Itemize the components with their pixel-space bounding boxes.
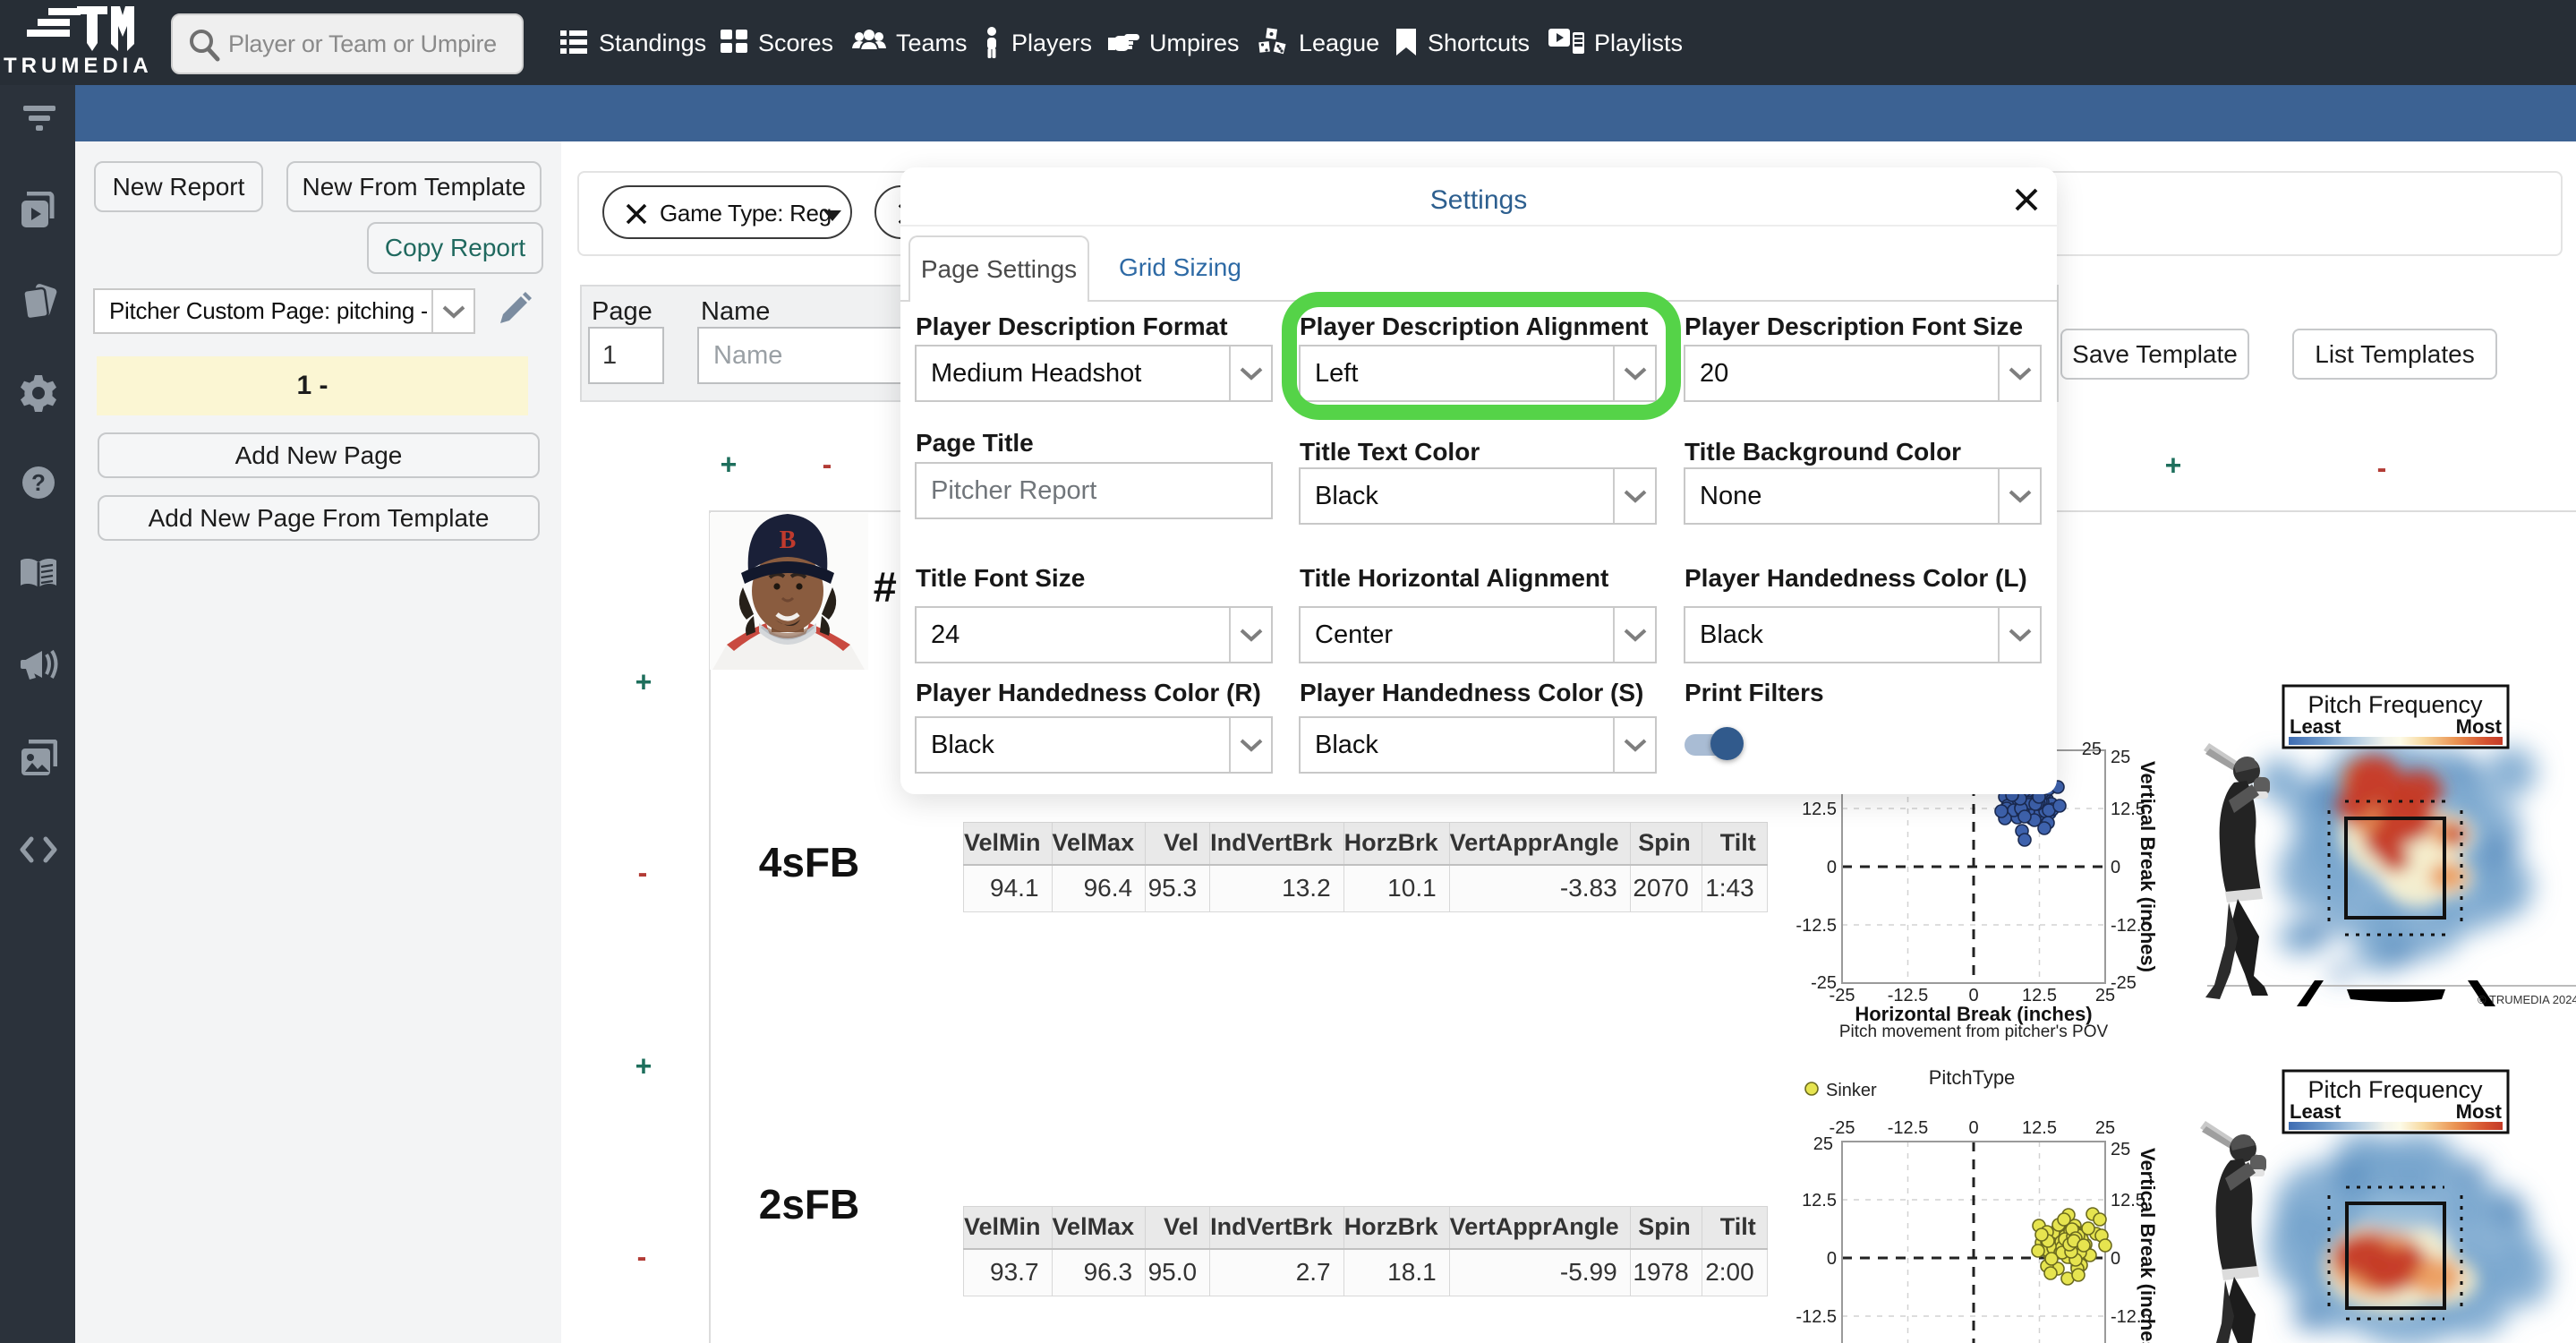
svg-text:-25: -25 (1830, 986, 1855, 1005)
svg-text:12.5: 12.5 (1802, 800, 1837, 819)
svg-text:Pitch movement from pitcher's: Pitch movement from pitcher's POV (1839, 1022, 2109, 1041)
svg-text:Vertical Break (inches): Vertical Break (inches) (2137, 761, 2159, 972)
svg-text:0: 0 (1827, 858, 1837, 877)
svg-text:25: 25 (2111, 1140, 2130, 1159)
svg-text:-12.5: -12.5 (1888, 1118, 1929, 1138)
svg-text:0: 0 (2111, 858, 2120, 877)
svg-text:25: 25 (2095, 986, 2115, 1005)
svg-text:Sinker: Sinker (1826, 1081, 1877, 1100)
svg-text:25: 25 (1813, 1134, 1833, 1154)
svg-text:-12.5: -12.5 (1796, 916, 1837, 936)
svg-text:12.5: 12.5 (2022, 1118, 2057, 1138)
svg-text:0: 0 (1827, 1249, 1837, 1269)
svg-text:0: 0 (2111, 1249, 2120, 1269)
svg-text:© TRUMEDIA 2024: © TRUMEDIA 2024 (2478, 993, 2576, 1006)
svg-text:25: 25 (2095, 1118, 2115, 1138)
svg-text:12.5: 12.5 (1802, 1191, 1837, 1210)
svg-text:B: B (780, 526, 797, 554)
svg-text:Vertical Break (inches): Vertical Break (inches) (2137, 1148, 2159, 1343)
svg-text:0: 0 (1968, 1118, 1978, 1138)
svg-text:-12.5: -12.5 (1796, 1307, 1837, 1327)
svg-text:PitchType: PitchType (1929, 1066, 2016, 1089)
svg-text:?: ? (31, 469, 46, 496)
svg-text:25: 25 (2082, 740, 2102, 759)
svg-text:25: 25 (2111, 748, 2130, 767)
